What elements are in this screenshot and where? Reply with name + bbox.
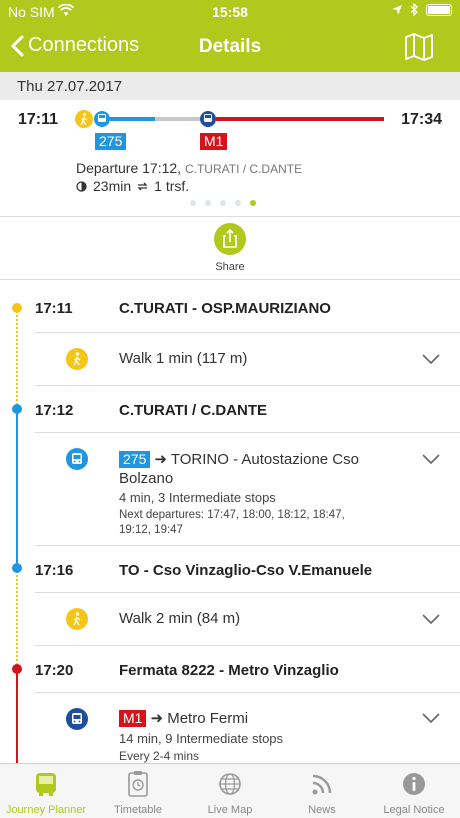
page-dot[interactable] [190,200,196,206]
line-badge-m1: M1 [119,710,147,727]
walk-text: Walk 1 min (117 m) [119,350,248,367]
bus-details: 4 min, 3 Intermediate stops [119,490,276,505]
tab-bar: Journey Planner Timetable Live Map News … [0,763,460,818]
walk-text: Walk 2 min (84 m) [119,610,241,627]
stop-row: 17:11 C.TURATI - OSP.MAURIZIANO [0,280,460,333]
tab-label: News [308,804,336,816]
date-bar: Thu 27.07.2017 [0,72,460,100]
walk-icon [66,608,88,630]
stop-name: C.TURATI - OSP.MAURIZIANO [119,300,331,317]
top-bar: No SIM 15:58 Connections Details [0,0,460,72]
departure-info: Departure 17:12, C.TURATI / C.DANTE [76,160,302,176]
transfer-icon [137,182,148,190]
stop-row: 17:20 Fermata 8222 - Metro Vinzaglio [0,646,460,693]
metro-leg-row[interactable]: M1 ➜ Metro Fermi 14 min, 9 Intermediate s… [0,693,460,763]
transfers: 1 trsf. [154,178,190,194]
departure-text: Departure 17:12, [76,160,182,176]
journey-summary[interactable]: 17:11 17:34 275 M1 Departure 17:12, C.TU… [0,100,460,216]
bus-tab-icon [36,773,56,796]
map-icon [405,33,433,61]
battery-icon [426,3,452,16]
bluetooth-icon [410,3,418,16]
location-icon [392,4,402,15]
tab-label: Timetable [114,804,162,816]
next-departures: Next departures: 17:47, 18:00, 18:12, 18… [119,509,345,521]
tab-label: Live Map [207,804,253,816]
tab-label: Journey Planner [5,804,87,816]
stop-time: 17:20 [35,662,74,679]
direction-arrow: ➜ [150,710,164,727]
line-badge-m1: M1 [200,133,228,150]
globe-icon [219,773,241,795]
share-label: Share [215,261,245,273]
duration: 23min [93,178,132,194]
direction-arrow: ➜ [154,451,167,468]
stop-name: TO - Cso Vinzaglio-Cso V.Emanuele [119,562,373,579]
tab-label: Legal Notice [383,804,445,816]
page-indicator[interactable] [190,200,256,206]
chevron-down-icon[interactable] [422,712,440,724]
clock-icon [76,180,87,192]
status-bar: No SIM 15:58 [0,0,460,24]
walk-icon [75,110,93,128]
stop-row: 17:12 C.TURATI / C.DANTE [0,386,460,433]
page-dot-active[interactable] [250,200,256,206]
chevron-down-icon[interactable] [422,613,440,625]
walk-icon [66,348,88,370]
info-icon [403,773,425,795]
tab-news[interactable]: News [276,764,368,818]
bus-icon [66,448,88,470]
bus-destination: 275 ➜ TORINO - Autostazione Cso [119,451,359,469]
metro-frequency: Every 2-4 mins [119,749,200,763]
metro-icon [200,111,216,127]
route-bar [75,110,384,128]
journey-timeline: 17:11 C.TURATI - OSP.MAURIZIANO Walk 1 m… [0,280,460,763]
stop-name: Fermata 8222 - Metro Vinzaglio [119,662,339,679]
share-button[interactable] [214,223,246,255]
page-dot[interactable] [220,200,226,206]
chevron-down-icon[interactable] [422,353,440,365]
metro-destination: M1 ➜ Metro Fermi [119,710,248,728]
tab-live-map[interactable]: Live Map [184,764,276,818]
rss-icon [312,774,332,795]
duration-info: 23min 1 trsf. [76,178,189,194]
stop-row: 17:16 TO - Cso Vinzaglio-Cso V.Emanuele [0,546,460,593]
clock: 15:58 [212,4,248,20]
status-icons [392,3,452,16]
next-departures-cont: 19:12, 19:47 [119,524,183,536]
line-badge-275: 275 [95,133,127,150]
bus-icon [94,111,110,127]
destination-text-cont: Bolzano [119,470,174,487]
metro-icon [66,708,88,730]
departure-stop: C.TURATI / C.DANTE [184,162,303,176]
stop-time: 17:11 [35,300,73,317]
tab-legal-notice[interactable]: Legal Notice [368,764,460,818]
nav-bar: Connections Details [0,24,460,72]
metro-details: 14 min, 9 Intermediate stops [119,731,284,746]
tab-timetable[interactable]: Timetable [92,764,184,818]
share-icon [223,228,237,248]
stop-name: C.TURATI / C.DANTE [119,402,268,419]
page-title: Details [198,36,262,57]
tab-journey-planner[interactable]: Journey Planner [0,764,92,818]
page-dot[interactable] [205,200,211,206]
walk-leg-row[interactable]: Walk 1 min (117 m) [0,333,460,386]
share-section: Share [0,216,460,280]
timetable-icon [128,771,148,797]
walk-leg-row[interactable]: Walk 2 min (84 m) [0,593,460,646]
line-badge-275: 275 [119,451,151,468]
bus-leg-row[interactable]: 275 ➜ TORINO - Autostazione Cso Bolzano 4… [0,433,460,546]
stop-time: 17:16 [35,562,74,579]
stop-time: 17:12 [35,402,74,419]
destination-text: TORINO - Autostazione Cso [170,451,359,468]
page-dot[interactable] [235,200,241,206]
map-button[interactable] [404,32,434,67]
destination-text: Metro Fermi [167,710,249,727]
chevron-down-icon[interactable] [422,453,440,465]
